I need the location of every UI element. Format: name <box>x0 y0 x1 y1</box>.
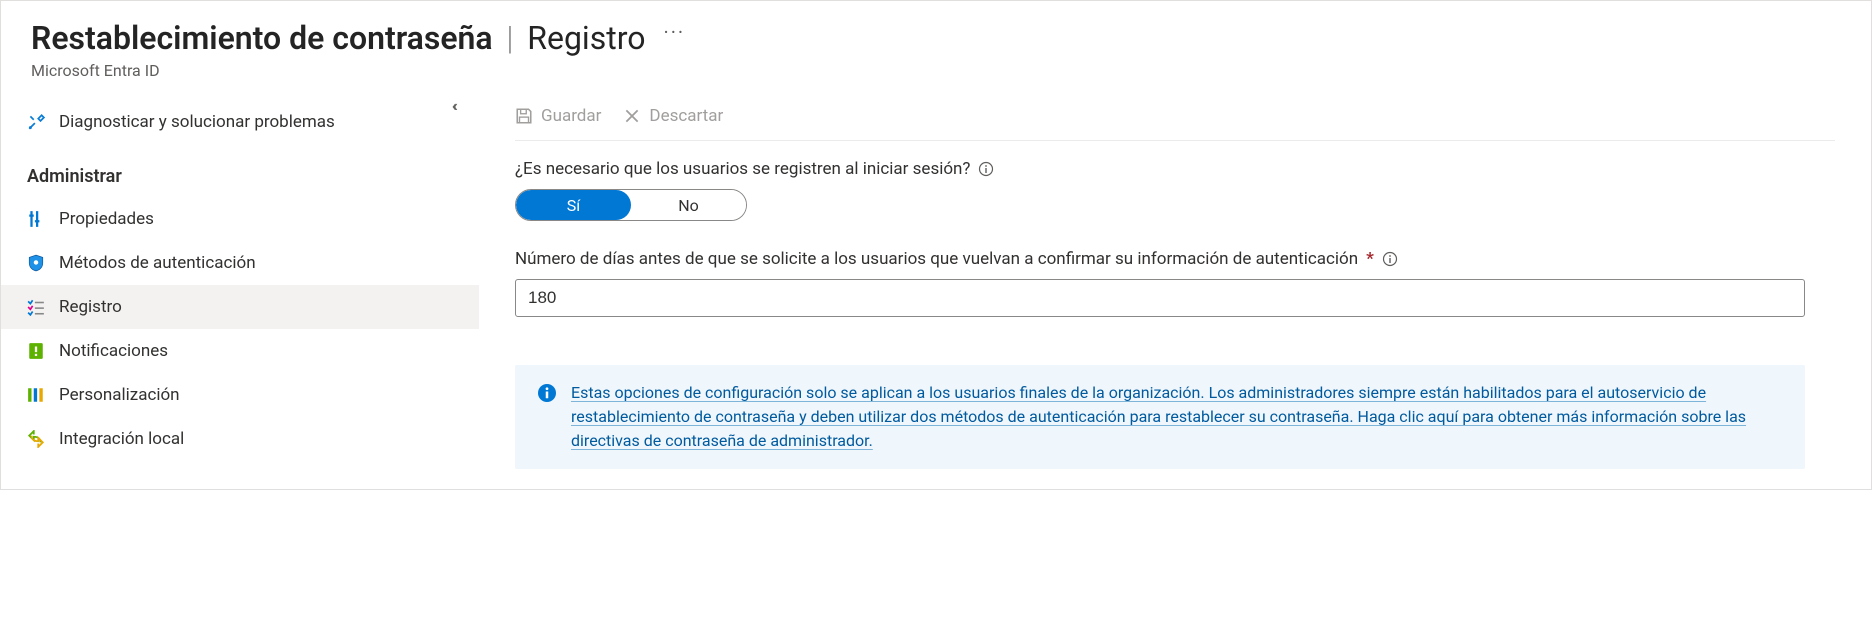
breadcrumb: Microsoft Entra ID <box>31 61 1841 80</box>
sidebar-item-label: Métodos de autenticación <box>59 253 256 273</box>
info-icon[interactable] <box>1382 251 1398 267</box>
page-header: Restablecimiento de contraseña | Registr… <box>1 1 1871 90</box>
sidebar-item-label: Notificaciones <box>59 341 168 361</box>
save-icon <box>515 107 533 125</box>
info-callout: Estas opciones de configuración solo se … <box>515 365 1805 469</box>
sidebar-section-manage: Administrar <box>1 144 479 197</box>
sidebar-item-customization[interactable]: Personalización <box>1 373 479 417</box>
title-section: Registro <box>527 19 645 57</box>
require-register-label-text: ¿Es necesario que los usuarios se regist… <box>515 159 970 179</box>
more-actions-button[interactable]: ··· <box>663 20 685 44</box>
sliders-icon <box>27 210 45 228</box>
require-register-toggle: Sí No <box>515 189 747 221</box>
sidebar-item-label: Propiedades <box>59 209 154 229</box>
sidebar-item-label: Registro <box>59 297 122 317</box>
days-label-text: Número de días antes de que se solicite … <box>515 249 1358 269</box>
sidebar-item-properties[interactable]: Propiedades <box>1 197 479 241</box>
required-indicator: * <box>1366 249 1374 269</box>
discard-button[interactable]: Descartar <box>623 106 723 126</box>
sidebar-item-onprem[interactable]: Integración local <box>1 417 479 461</box>
customization-icon <box>27 386 45 404</box>
require-register-label: ¿Es necesario que los usuarios se regist… <box>515 159 1835 179</box>
title-main: Restablecimiento de contraseña <box>31 19 493 57</box>
callout-link[interactable]: Estas opciones de configuración solo se … <box>571 381 1783 453</box>
tools-icon <box>27 113 45 131</box>
discard-button-label: Descartar <box>649 106 723 126</box>
info-icon[interactable] <box>978 161 994 177</box>
main-content: Guardar Descartar ¿Es necesario que los … <box>479 90 1871 489</box>
info-filled-icon <box>537 383 557 403</box>
save-button-label: Guardar <box>541 106 601 126</box>
shield-icon <box>27 254 45 272</box>
toolbar: Guardar Descartar <box>515 94 1835 141</box>
sidebar: Diagnosticar y solucionar problemas Admi… <box>1 90 479 489</box>
toggle-yes[interactable]: Sí <box>516 190 631 220</box>
sidebar-item-label: Diagnosticar y solucionar problemas <box>59 112 335 132</box>
sidebar-item-registration[interactable]: Registro <box>1 285 479 329</box>
close-icon <box>623 107 641 125</box>
toggle-no[interactable]: No <box>631 190 746 220</box>
sidebar-item-auth-methods[interactable]: Métodos de autenticación <box>1 241 479 285</box>
save-button[interactable]: Guardar <box>515 106 601 126</box>
checklist-icon <box>27 298 45 316</box>
notification-icon <box>27 342 45 360</box>
page-title: Restablecimiento de contraseña | Registr… <box>31 19 645 57</box>
sidebar-item-label: Integración local <box>59 429 184 449</box>
sidebar-item-label: Personalización <box>59 385 180 405</box>
sidebar-item-diagnose[interactable]: Diagnosticar y solucionar problemas <box>1 100 479 144</box>
days-label: Número de días antes de que se solicite … <box>515 249 1835 269</box>
days-input[interactable] <box>515 279 1805 317</box>
sync-icon <box>27 430 45 448</box>
sidebar-item-notifications[interactable]: Notificaciones <box>1 329 479 373</box>
